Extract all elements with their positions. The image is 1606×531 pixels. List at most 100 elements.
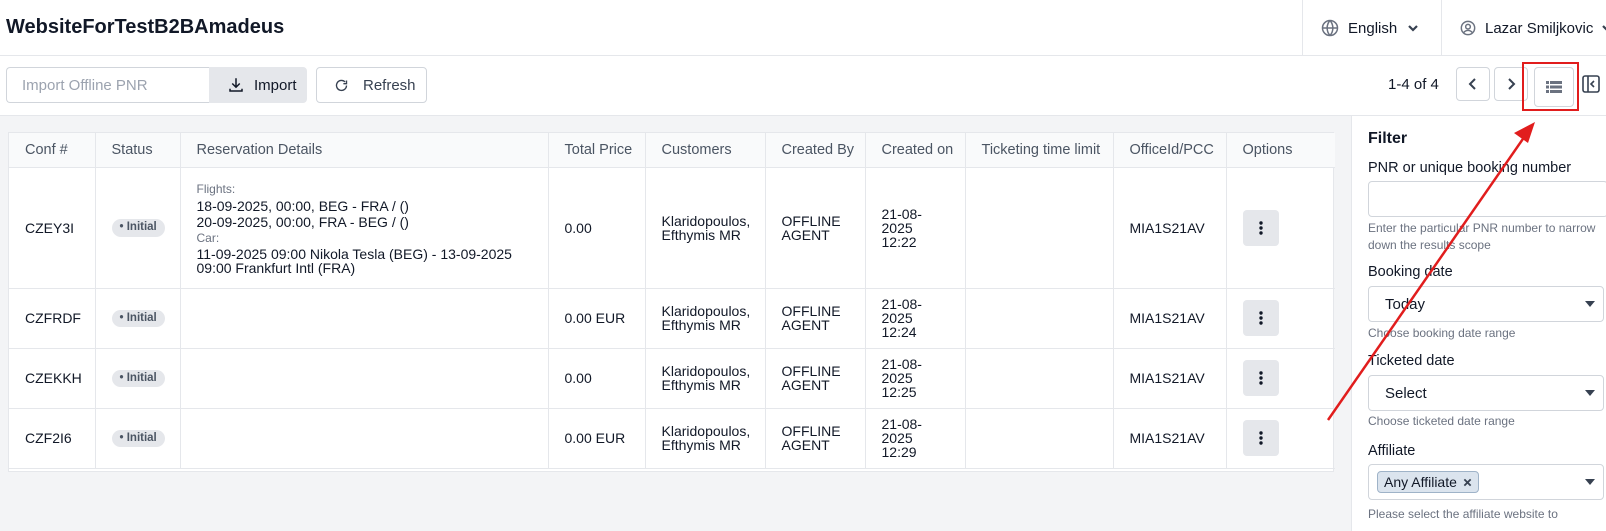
booking-date-label: Booking date (1368, 264, 1453, 280)
column-header[interactable]: Conf # (9, 133, 96, 168)
pagination-range: 1-4 of 4 (1388, 76, 1439, 93)
column-header[interactable]: Customers (645, 133, 766, 168)
column-header[interactable]: Reservation Details (180, 133, 549, 168)
import-pnr-input[interactable] (6, 67, 209, 103)
reservation-details (180, 408, 549, 469)
status-badge: • Initial (111, 219, 165, 237)
car-segment: 09:00 Frankfurt Intl (FRA) (196, 259, 356, 276)
booking-date-help: Choose booking date range (1368, 326, 1516, 340)
ticketing-time-limit (965, 288, 1114, 349)
user-name: Lazar Smiljkovic (1485, 19, 1594, 37)
table-row[interactable]: CZEKKH • Initial 0.00 Klaridopoulos, Efth… (9, 348, 1335, 409)
ticketed-date-help: Choose ticketed date range (1368, 414, 1515, 428)
pnr-filter-input[interactable] (1368, 181, 1606, 217)
pnr-filter-label: PNR or unique booking number (1368, 160, 1572, 176)
import-button[interactable]: Import (209, 67, 307, 103)
table-row[interactable]: CZF2I6 • Initial 0.00 EUR Klaridopoulos,… (9, 408, 1335, 469)
chevron-right-icon (1505, 77, 1517, 91)
created-by: OFFLINE AGENT (765, 408, 866, 469)
vertical-dots-icon (1258, 220, 1263, 235)
status-badge: • Initial (111, 429, 165, 448)
car-label: Car: (196, 230, 220, 245)
affiliate-chip[interactable]: Any Affiliate (1377, 471, 1479, 493)
chevron-down-icon (1407, 22, 1419, 34)
flight-segment: 20-09-2025, 00:00, FRA - BEG / () (196, 213, 409, 230)
row-options-button[interactable] (1242, 300, 1279, 336)
filter-title: Filter (1368, 130, 1408, 147)
affiliate-label: Affiliate (1368, 443, 1416, 459)
total-price: 0.00 (548, 167, 646, 289)
total-price: 0.00 (548, 348, 646, 409)
total-price: 0.00 EUR (548, 288, 646, 349)
chevron-down-icon (1601, 22, 1606, 34)
affiliate-chip-label: Any Affiliate (1384, 474, 1457, 490)
ticketed-date-select[interactable]: Select (1368, 375, 1604, 411)
flight-segment: 18-09-2025, 00:00, BEG - FRA / () (196, 197, 409, 214)
booking-date-value: Today (1385, 295, 1426, 313)
column-header[interactable]: Created on (865, 133, 966, 168)
import-label: Import (254, 76, 297, 94)
affiliate-select[interactable]: Any Affiliate (1368, 464, 1604, 500)
column-header[interactable]: Total Price (548, 133, 646, 168)
reservation-details (180, 348, 549, 409)
customers: Klaridopoulos, Efthymis MR (645, 288, 766, 349)
table-row[interactable]: CZEY3I • Initial Flights: 18-09-2025, 00… (9, 167, 1335, 289)
user-circle-icon (1460, 20, 1476, 36)
created-on: 21-08- 2025 12:29 (865, 408, 966, 469)
table-row[interactable]: CZFRDF • Initial 0.00 EUR Klaridopoulos,… (9, 288, 1335, 349)
car-segment: 11-09-2025 09:00 Nikola Tesla (BEG) - 13… (196, 245, 512, 262)
column-header: Options (1226, 133, 1335, 168)
customers: Klaridopoulos, Efthymis MR (645, 348, 766, 409)
sidebar-toggle-icon (1582, 75, 1600, 93)
booking-date-select[interactable]: Today (1368, 286, 1604, 322)
created-on: 21-08- 2025 12:22 (865, 167, 966, 289)
list-view-icon (1546, 80, 1562, 94)
caret-down-icon (1585, 301, 1595, 307)
conf-number: CZEY3I (9, 167, 96, 289)
caret-down-icon (1585, 390, 1595, 396)
chevron-left-icon (1467, 77, 1479, 91)
filter-panel-toggle[interactable] (1582, 72, 1606, 96)
row-options-button[interactable] (1242, 360, 1279, 396)
toolbar: Import Refresh 1-4 of 4 (0, 56, 1606, 116)
close-icon[interactable] (1463, 478, 1472, 487)
user-menu[interactable]: Lazar Smiljkovic (1441, 0, 1606, 56)
list-view-button[interactable] (1534, 67, 1574, 107)
office-id: MIA1S21AV (1113, 408, 1227, 469)
status-badge: • Initial (111, 369, 165, 388)
office-id: MIA1S21AV (1113, 288, 1227, 349)
language-label: English (1348, 19, 1398, 37)
status-badge: • Initial (111, 309, 165, 328)
created-by: OFFLINE AGENT (765, 288, 866, 349)
next-page-button[interactable] (1494, 67, 1528, 101)
pnr-filter-help: Enter the particular PNR number to narro… (1368, 221, 1596, 252)
column-header[interactable]: OfficeId/PCC (1113, 133, 1227, 168)
reservations-table: Conf # Status Reservation Details Total … (8, 132, 1335, 472)
refresh-label: Refresh (363, 76, 416, 94)
ticketing-time-limit (965, 167, 1114, 289)
office-id: MIA1S21AV (1113, 348, 1227, 409)
previous-page-button[interactable] (1456, 67, 1490, 101)
created-by: OFFLINE AGENT (765, 348, 866, 409)
column-header[interactable]: Status (95, 133, 181, 168)
affiliate-help: Please select the affiliate website to (1368, 507, 1558, 521)
created-on: 21-08- 2025 12:25 (865, 348, 966, 409)
language-selector[interactable]: English (1302, 0, 1442, 56)
created-by: OFFLINE AGENT (765, 167, 866, 289)
column-header[interactable]: Ticketing time limit (965, 133, 1114, 168)
refresh-button[interactable]: Refresh (316, 67, 427, 103)
column-header[interactable]: Created By (765, 133, 866, 168)
office-id: MIA1S21AV (1113, 167, 1227, 289)
customers: Klaridopoulos, Efthymis MR (645, 408, 766, 469)
vertical-dots-icon (1258, 371, 1263, 385)
flights-label: Flights: (196, 181, 236, 196)
row-options-button[interactable] (1242, 209, 1279, 246)
row-options-button[interactable] (1242, 420, 1279, 456)
table-header-row: Conf # Status Reservation Details Total … (9, 133, 1335, 168)
ticketed-date-value: Select (1385, 384, 1427, 402)
globe-icon (1321, 19, 1339, 37)
conf-number: CZFRDF (9, 288, 96, 349)
filter-panel: Filter PNR or unique booking number Ente… (1351, 116, 1606, 531)
vertical-dots-icon (1258, 311, 1263, 325)
created-on: 21-08- 2025 12:24 (865, 288, 966, 349)
